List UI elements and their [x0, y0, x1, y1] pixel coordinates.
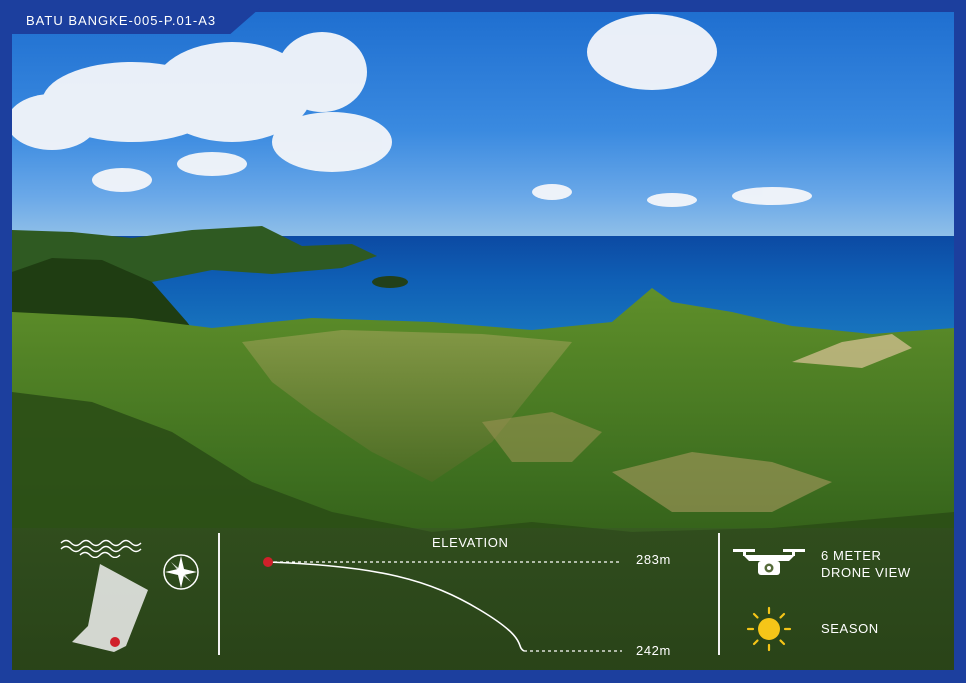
map-plot-icon [72, 564, 148, 652]
elevation-start-marker [263, 557, 273, 567]
sun-icon [746, 606, 792, 652]
card-frame: BATU BANGKE-005-P.01-A3 ELEVATION 283m 2… [0, 0, 966, 683]
elevation-label: ELEVATION [432, 535, 509, 550]
waves-icon [60, 539, 142, 558]
elevation-low: 242m [636, 643, 671, 658]
card-title: BATU BANGKE-005-P.01-A3 [12, 8, 261, 34]
clouds [12, 14, 812, 207]
elevation-curve [267, 561, 525, 652]
season-label: SEASON [821, 621, 879, 636]
elevation-profile [263, 557, 622, 652]
drone-view-line2: DRONE VIEW [821, 565, 911, 580]
elevation-high: 283m [636, 552, 671, 567]
drone-view-line1: 6 METER [821, 548, 882, 563]
divider-right [718, 533, 720, 655]
divider-left [218, 533, 220, 655]
drone-icon [733, 549, 805, 575]
compass-icon [163, 554, 199, 590]
location-marker [110, 637, 120, 647]
